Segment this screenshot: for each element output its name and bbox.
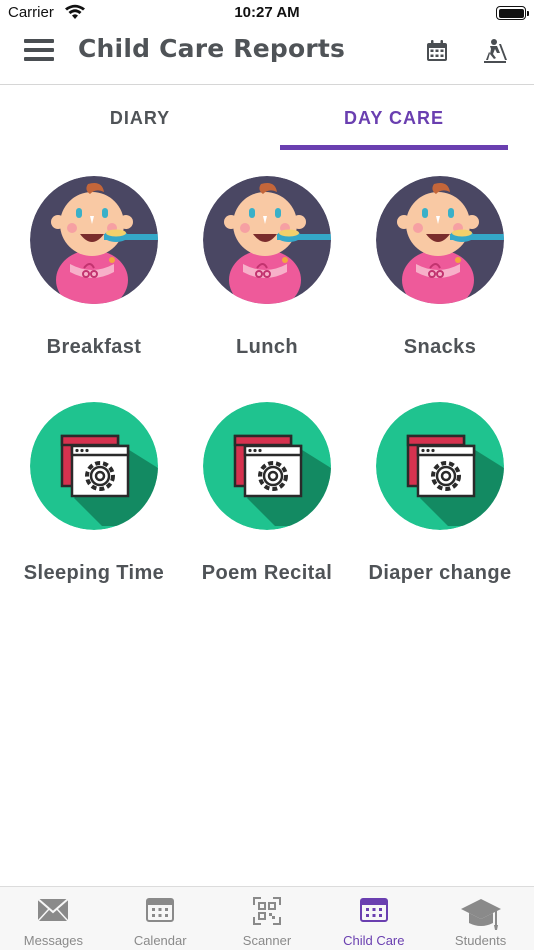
app-header: Child Care Reports xyxy=(0,28,534,85)
envelope-icon xyxy=(0,897,107,925)
tab-messages[interactable]: Messages xyxy=(0,887,107,950)
settings-window-icon xyxy=(203,402,331,530)
settings-window-icon xyxy=(30,402,158,530)
calendar-icon xyxy=(107,897,214,925)
report-item-snacks[interactable]: Snacks xyxy=(351,176,529,359)
tab-students[interactable]: Students xyxy=(427,887,534,950)
qr-scanner-icon xyxy=(214,897,321,925)
report-item-label: Lunch xyxy=(236,336,298,358)
page-title: Child Care Reports xyxy=(78,34,346,63)
tab-label: Students xyxy=(454,933,507,948)
tab-diary[interactable]: DIARY xyxy=(0,86,280,150)
student-activity-icon[interactable] xyxy=(480,36,510,66)
active-tab-indicator xyxy=(280,145,508,150)
clock: 10:27 AM xyxy=(234,4,300,21)
report-item-sleeping-time[interactable]: Sleeping Time xyxy=(5,402,183,585)
tab-label: Child Care xyxy=(343,933,405,948)
calendar-grid-icon xyxy=(320,897,427,925)
battery-icon xyxy=(496,6,529,20)
report-item-label: Poem Recital xyxy=(201,562,333,584)
tab-label: Messages xyxy=(23,933,84,948)
report-item-label: Sleeping Time xyxy=(23,562,165,584)
report-item-diaper-change[interactable]: Diaper change xyxy=(351,402,529,585)
tab-scanner[interactable]: Scanner xyxy=(214,887,321,950)
baby-feeding-icon xyxy=(376,176,504,304)
hamburger-menu-icon[interactable] xyxy=(24,36,54,64)
tab-child-care[interactable]: Child Care xyxy=(320,887,427,950)
tab-day-care[interactable]: DAY CARE xyxy=(280,86,508,150)
report-item-poem-recital[interactable]: Poem Recital xyxy=(178,402,356,585)
report-item-label: Breakfast xyxy=(46,336,142,358)
report-item-lunch[interactable]: Lunch xyxy=(178,176,356,359)
status-bar: Carrier 10:27 AM xyxy=(0,0,534,28)
tab-bar-top: DIARY DAY CARE xyxy=(0,86,534,150)
graduation-cap-icon xyxy=(427,897,534,930)
tab-label: Calendar xyxy=(133,933,187,948)
tab-label: Scanner xyxy=(242,933,292,948)
tab-calendar[interactable]: Calendar xyxy=(107,887,214,950)
bottom-tab-bar: Messages Calendar Scanner Child Care Stu… xyxy=(0,886,534,950)
settings-window-icon xyxy=(376,402,504,530)
report-item-label: Snacks xyxy=(403,336,477,358)
calendar-icon[interactable] xyxy=(422,36,452,66)
baby-feeding-icon xyxy=(30,176,158,304)
baby-feeding-icon xyxy=(203,176,331,304)
report-item-label: Diaper change xyxy=(368,562,512,584)
report-item-breakfast[interactable]: Breakfast xyxy=(5,176,183,359)
